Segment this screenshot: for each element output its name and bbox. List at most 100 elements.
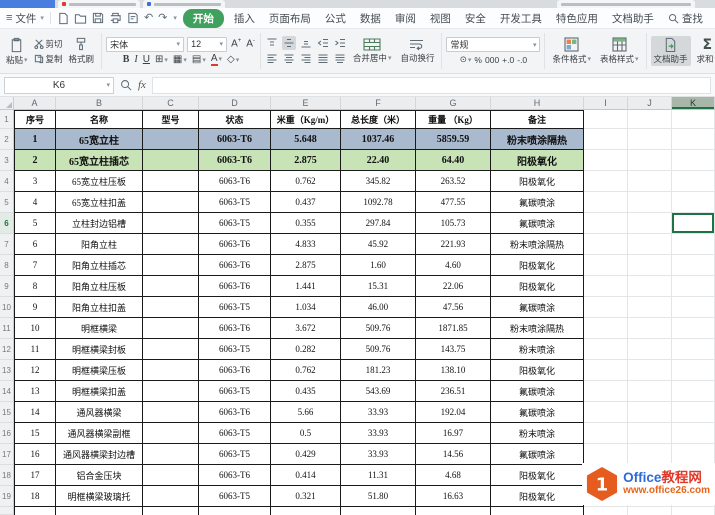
cell[interactable]: 12: [14, 360, 56, 381]
cell-I4[interactable]: [584, 171, 628, 192]
select-all-corner[interactable]: [0, 97, 14, 110]
cell[interactable]: 阳极氧化: [491, 486, 584, 507]
cell[interactable]: [143, 465, 199, 486]
cell-J17[interactable]: [628, 444, 672, 465]
cell[interactable]: 6063-T5: [199, 423, 271, 444]
search-box[interactable]: 查找: [668, 11, 703, 26]
cell[interactable]: 13: [14, 381, 56, 402]
cell-I5[interactable]: [584, 192, 628, 213]
cell-I7[interactable]: [584, 234, 628, 255]
cell[interactable]: 1: [14, 129, 56, 150]
merge-center-button[interactable]: 合并居中▾: [350, 37, 395, 65]
cell[interactable]: [143, 234, 199, 255]
cell[interactable]: 65宽立柱: [56, 129, 143, 150]
cell[interactable]: 1.034: [271, 297, 341, 318]
row-header-12[interactable]: 12: [0, 339, 14, 360]
table-header-cell[interactable]: 米重（Kg/m）: [271, 110, 341, 129]
cell[interactable]: 16: [14, 444, 56, 465]
cell[interactable]: 6063-T6: [199, 276, 271, 297]
row-header-14[interactable]: 14: [0, 381, 14, 402]
align-middle-button[interactable]: [282, 36, 296, 50]
cell[interactable]: 16.63: [416, 486, 491, 507]
align-center-button[interactable]: [282, 52, 296, 66]
cell[interactable]: 2: [14, 150, 56, 171]
tab-formulas[interactable]: 公式: [321, 10, 350, 27]
cell[interactable]: 氟碳喷涂: [491, 402, 584, 423]
cell[interactable]: 7: [14, 255, 56, 276]
cell[interactable]: 6063-T5: [199, 297, 271, 318]
cell[interactable]: 明框横梁玻璃托: [56, 486, 143, 507]
cell[interactable]: 14.56: [416, 444, 491, 465]
undo-icon[interactable]: ↶: [144, 13, 153, 24]
cell[interactable]: 6063-T6: [199, 402, 271, 423]
cell-K11[interactable]: [672, 318, 715, 339]
italic-button[interactable]: I: [133, 55, 138, 65]
cell-K14[interactable]: [672, 381, 715, 402]
cell[interactable]: 4: [14, 192, 56, 213]
comma-style-icon[interactable]: 000: [485, 55, 499, 65]
cell[interactable]: 0.762: [271, 360, 341, 381]
cell[interactable]: 6063-T6: [199, 150, 271, 171]
cell[interactable]: 3.672: [271, 318, 341, 339]
cell[interactable]: 粉末喷涂: [491, 423, 584, 444]
bold-button[interactable]: B: [122, 55, 131, 65]
cell[interactable]: [143, 402, 199, 423]
cell[interactable]: 阳角立柱压板: [56, 276, 143, 297]
cell[interactable]: 64.40: [416, 150, 491, 171]
cell[interactable]: 氟碳喷涂: [491, 444, 584, 465]
cell-K13[interactable]: [672, 360, 715, 381]
cell[interactable]: 509.76: [341, 339, 416, 360]
tab-page-layout[interactable]: 页面布局: [265, 10, 315, 27]
row-header-8[interactable]: 8: [0, 255, 14, 276]
wrap-text-button[interactable]: 自动换行: [397, 37, 437, 65]
cell[interactable]: [143, 213, 199, 234]
cell-K7[interactable]: [672, 234, 715, 255]
cell-I3[interactable]: [584, 150, 628, 171]
cell-K10[interactable]: [672, 297, 715, 318]
paste-button[interactable]: 粘贴▾: [3, 36, 31, 67]
cell-I17[interactable]: [584, 444, 628, 465]
save-icon[interactable]: [92, 12, 104, 24]
cell[interactable]: [672, 507, 715, 515]
cell[interactable]: 6063-T5: [199, 486, 271, 507]
column-header-B[interactable]: B: [56, 97, 143, 110]
cell[interactable]: 22.40: [341, 150, 416, 171]
cell-J2[interactable]: [628, 129, 672, 150]
cell-I15[interactable]: [584, 402, 628, 423]
print-icon[interactable]: [109, 12, 122, 24]
cell-K2[interactable]: [672, 129, 715, 150]
cell[interactable]: [143, 297, 199, 318]
redo-icon[interactable]: ↷: [158, 13, 167, 24]
table-style-button[interactable]: 表格样式▾: [597, 36, 642, 66]
cell[interactable]: 立柱封边铝槽: [56, 213, 143, 234]
decrease-decimal-icon[interactable]: -.0: [517, 55, 527, 65]
cell[interactable]: 粉末喷涂隔热: [491, 129, 584, 150]
cell[interactable]: 粉末喷涂隔热: [491, 234, 584, 255]
row-header-2[interactable]: 2: [0, 129, 14, 150]
cell-I14[interactable]: [584, 381, 628, 402]
cell[interactable]: 明框横梁扣盖: [56, 381, 143, 402]
decrease-indent-button[interactable]: [316, 36, 330, 50]
table-header-cell[interactable]: 型号: [143, 110, 199, 129]
row-header-15[interactable]: 15: [0, 402, 14, 423]
window-tab-active[interactable]: [0, 0, 55, 8]
cell-I12[interactable]: [584, 339, 628, 360]
cell[interactable]: 16.97: [416, 423, 491, 444]
search-function-icon[interactable]: [120, 79, 132, 91]
row-header-9[interactable]: 9: [0, 276, 14, 297]
format-painter-button[interactable]: 格式刷: [66, 36, 98, 66]
cell[interactable]: [584, 507, 628, 515]
row-header-18[interactable]: 18: [0, 465, 14, 486]
cell[interactable]: 5.66: [271, 402, 341, 423]
align-right-button[interactable]: [299, 52, 313, 66]
table-header-cell[interactable]: 总长度（米）: [341, 110, 416, 129]
cell[interactable]: [143, 423, 199, 444]
cell-I10[interactable]: [584, 297, 628, 318]
cell-J14[interactable]: [628, 381, 672, 402]
cell[interactable]: 15: [14, 423, 56, 444]
cell-I11[interactable]: [584, 318, 628, 339]
table-header-cell[interactable]: 状态: [199, 110, 271, 129]
column-header-C[interactable]: C: [143, 97, 199, 110]
column-header-G[interactable]: G: [416, 97, 491, 110]
formula-input[interactable]: [152, 77, 711, 94]
